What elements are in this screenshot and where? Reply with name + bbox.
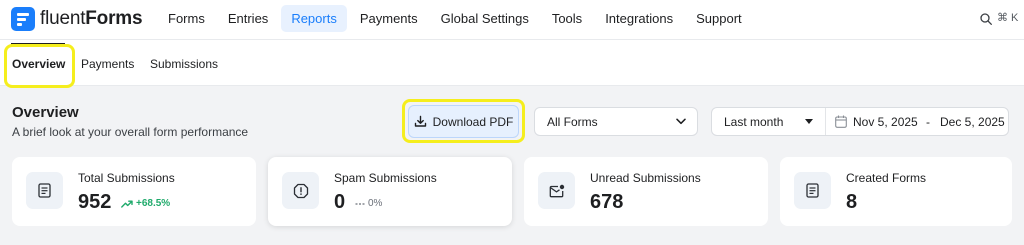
stat-value: 678 <box>590 191 624 213</box>
trend-badge: +68.5% <box>121 198 170 209</box>
date-group-divider <box>825 108 826 135</box>
forms-select-value: All Forms <box>547 114 598 129</box>
stat-card-created-forms[interactable]: Created Forms 8 <box>780 157 1012 226</box>
nav-forms[interactable]: Forms <box>158 5 215 32</box>
nav-global-settings[interactable]: Global Settings <box>431 5 539 32</box>
date-range-group: Last month Nov 5, 2025 - Dec 5, 2025 <box>711 107 1009 136</box>
calendar-icon <box>835 115 847 128</box>
stat-value: 8 <box>846 191 858 213</box>
trend-flat-icon <box>355 202 365 205</box>
logo-icon <box>11 7 35 31</box>
stat-label: Total Submissions <box>78 171 175 185</box>
stat-value: 952 <box>78 191 112 213</box>
forms-select[interactable]: All Forms <box>534 107 698 136</box>
nav-reports[interactable]: Reports <box>281 5 347 32</box>
stat-label: Unread Submissions <box>590 171 701 185</box>
stat-card-total-submissions[interactable]: Total Submissions 952 +68.5% <box>12 157 256 226</box>
date-end-input[interactable]: Dec 5, 2025 <box>940 115 1005 129</box>
highlight-overview-tab <box>4 44 75 88</box>
stat-value: 0 <box>334 191 346 213</box>
nav-entries[interactable]: Entries <box>218 5 278 32</box>
tab-submissions[interactable]: Submissions <box>150 57 218 71</box>
nav-support[interactable]: Support <box>686 5 752 32</box>
tab-payments[interactable]: Payments <box>81 57 134 71</box>
stat-card-unread-submissions[interactable]: Unread Submissions 678 <box>524 157 768 226</box>
date-start-input[interactable]: Nov 5, 2025 <box>853 115 918 129</box>
search-icon[interactable] <box>980 13 992 25</box>
search-shortcut[interactable]: ⌘ K <box>997 11 1018 24</box>
nav-payments[interactable]: Payments <box>350 5 428 32</box>
fluentforms-logo[interactable]: fluentForms <box>11 7 143 31</box>
stat-label: Spam Submissions <box>334 171 437 185</box>
page-subtitle: A brief look at your overall form perfor… <box>12 125 249 139</box>
trend-value: 0% <box>368 198 383 209</box>
trend-badge: 0% <box>355 198 382 209</box>
caret-down-icon[interactable] <box>805 119 813 124</box>
nav-tools[interactable]: Tools <box>542 5 592 32</box>
page-title: Overview <box>12 104 79 121</box>
spam-alert-icon <box>282 172 319 209</box>
highlight-download-pdf <box>402 99 525 143</box>
top-navbar: fluentForms Forms Entries Reports Paymen… <box>0 0 1024 40</box>
logo-text-bold: Forms <box>85 8 143 29</box>
unread-mail-icon <box>538 172 575 209</box>
logo-text-light: fluent <box>40 8 86 29</box>
logo-text: fluentForms <box>40 8 143 30</box>
range-select-value[interactable]: Last month <box>724 115 783 129</box>
document-icon <box>26 172 63 209</box>
stat-label: Created Forms <box>846 171 927 185</box>
trend-value: +68.5% <box>136 198 171 209</box>
stat-card-spam-submissions[interactable]: Spam Submissions 0 0% <box>268 157 512 226</box>
main-nav: Forms Entries Reports Payments Global Se… <box>158 5 755 32</box>
sub-navbar: Overview Payments Submissions <box>0 40 1024 86</box>
form-icon <box>794 172 831 209</box>
nav-integrations[interactable]: Integrations <box>595 5 683 32</box>
date-separator: - <box>926 115 930 129</box>
chevron-down-icon <box>676 118 686 125</box>
trend-up-icon <box>121 200 133 208</box>
